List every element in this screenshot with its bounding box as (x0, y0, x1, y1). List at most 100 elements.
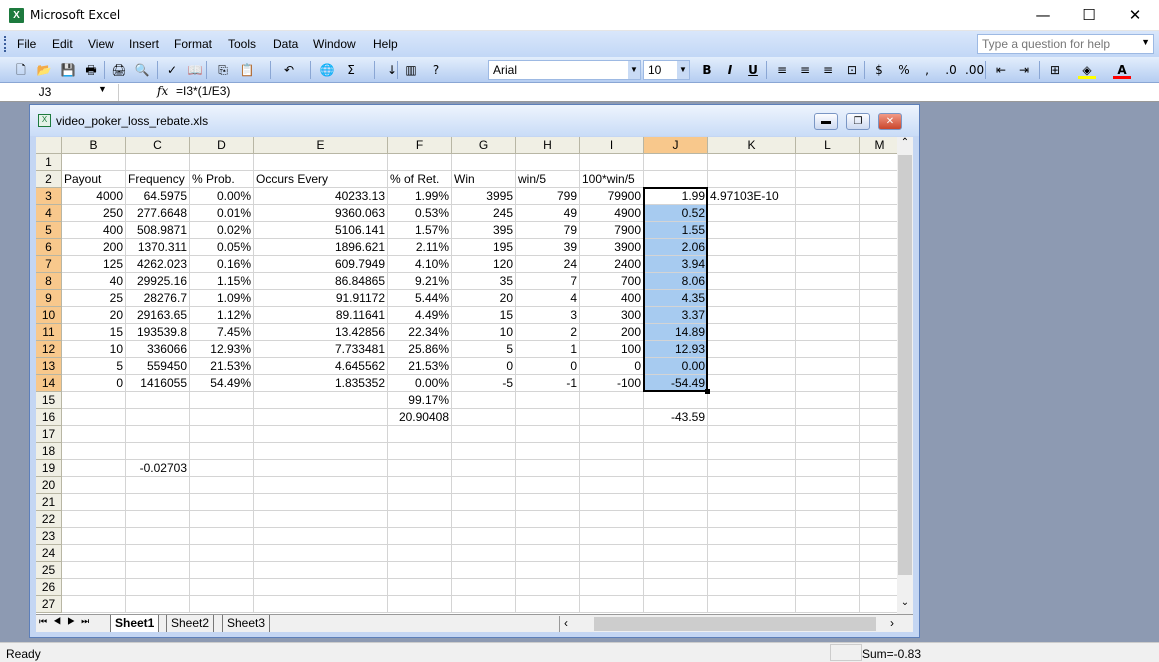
cell-E16[interactable] (254, 409, 388, 426)
font-size-select[interactable]: 10 ▼ (643, 60, 690, 80)
fill-color-icon[interactable]: ◈ (1078, 61, 1096, 79)
cell-B8[interactable]: 40 (62, 273, 126, 290)
cell-K8[interactable] (708, 273, 796, 290)
row-header-2[interactable]: 2 (36, 171, 62, 188)
row-header-20[interactable]: 20 (36, 477, 62, 494)
cell-G18[interactable] (452, 443, 516, 460)
cell-L1[interactable] (796, 154, 860, 171)
row-header-19[interactable]: 19 (36, 460, 62, 477)
cell-I14[interactable]: -100 (580, 375, 644, 392)
column-header-I[interactable]: I (580, 137, 644, 154)
cell-C22[interactable] (126, 511, 190, 528)
cell-I6[interactable]: 3900 (580, 239, 644, 256)
row-header-1[interactable]: 1 (36, 154, 62, 171)
chevron-down-icon[interactable]: ▼ (628, 61, 640, 79)
cell-F18[interactable] (388, 443, 452, 460)
cell-C9[interactable]: 28276.7 (126, 290, 190, 307)
align-center-icon[interactable]: ≡ (796, 61, 814, 79)
cell-G17[interactable] (452, 426, 516, 443)
cell-D23[interactable] (190, 528, 254, 545)
cell-D4[interactable]: 0.01% (190, 205, 254, 222)
scroll-up-icon[interactable]: ⌃ (897, 137, 913, 153)
cell-H7[interactable]: 24 (516, 256, 580, 273)
row-header-10[interactable]: 10 (36, 307, 62, 324)
cell-M3[interactable] (860, 188, 900, 205)
cell-C20[interactable] (126, 477, 190, 494)
cell-F11[interactable]: 22.34% (388, 324, 452, 341)
row-header-7[interactable]: 7 (36, 256, 62, 273)
cell-F25[interactable] (388, 562, 452, 579)
cell-C27[interactable] (126, 596, 190, 613)
font-color-icon[interactable]: A (1113, 61, 1131, 79)
cell-E25[interactable] (254, 562, 388, 579)
decrease-decimal-icon[interactable]: .00 (965, 61, 984, 79)
cell-H24[interactable] (516, 545, 580, 562)
cell-I22[interactable] (580, 511, 644, 528)
cell-K25[interactable] (708, 562, 796, 579)
align-right-icon[interactable]: ≡ (819, 61, 837, 79)
cell-F20[interactable] (388, 477, 452, 494)
cell-I24[interactable] (580, 545, 644, 562)
cell-F14[interactable]: 0.00% (388, 375, 452, 392)
cell-M8[interactable] (860, 273, 900, 290)
cell-F9[interactable]: 5.44% (388, 290, 452, 307)
cell-E18[interactable] (254, 443, 388, 460)
cell-F19[interactable] (388, 460, 452, 477)
cell-J18[interactable] (644, 443, 708, 460)
cell-B6[interactable]: 200 (62, 239, 126, 256)
cell-G13[interactable]: 0 (452, 358, 516, 375)
menu-file[interactable]: File (17, 37, 36, 51)
cell-D7[interactable]: 0.16% (190, 256, 254, 273)
cell-L21[interactable] (796, 494, 860, 511)
cell-M21[interactable] (860, 494, 900, 511)
increase-indent-icon[interactable]: ⇥ (1015, 61, 1033, 79)
comma-icon[interactable]: , (918, 61, 936, 79)
cell-E13[interactable]: 4.645562 (254, 358, 388, 375)
cell-M1[interactable] (860, 154, 900, 171)
cell-B20[interactable] (62, 477, 126, 494)
cell-M7[interactable] (860, 256, 900, 273)
cell-G12[interactable]: 5 (452, 341, 516, 358)
cell-C14[interactable]: 1416055 (126, 375, 190, 392)
formula-input[interactable]: =I3*(1/E3) (176, 84, 1156, 98)
cell-C5[interactable]: 508.9871 (126, 222, 190, 239)
menu-help[interactable]: Help (373, 37, 398, 51)
cell-E21[interactable] (254, 494, 388, 511)
cell-E20[interactable] (254, 477, 388, 494)
spelling-icon[interactable]: ✓ (163, 61, 181, 79)
cell-E9[interactable]: 91.91172 (254, 290, 388, 307)
cell-L6[interactable] (796, 239, 860, 256)
paste-icon[interactable]: 📋 (238, 61, 256, 79)
cell-L16[interactable] (796, 409, 860, 426)
cell-E15[interactable] (254, 392, 388, 409)
currency-icon[interactable]: $ (870, 61, 888, 79)
cell-H16[interactable] (516, 409, 580, 426)
cell-G1[interactable] (452, 154, 516, 171)
menu-view[interactable]: View (88, 37, 114, 51)
cell-J25[interactable] (644, 562, 708, 579)
cell-I5[interactable]: 7900 (580, 222, 644, 239)
cell-B2[interactable]: Payout (62, 171, 126, 188)
cell-I15[interactable] (580, 392, 644, 409)
cell-G22[interactable] (452, 511, 516, 528)
cell-L27[interactable] (796, 596, 860, 613)
cell-L17[interactable] (796, 426, 860, 443)
cell-C23[interactable] (126, 528, 190, 545)
font-name-select[interactable]: Arial ▼ (488, 60, 641, 80)
cell-J1[interactable] (644, 154, 708, 171)
column-header-C[interactable]: C (126, 137, 190, 154)
cell-G24[interactable] (452, 545, 516, 562)
cell-F5[interactable]: 1.57% (388, 222, 452, 239)
cell-D10[interactable]: 1.12% (190, 307, 254, 324)
cell-B26[interactable] (62, 579, 126, 596)
menu-data[interactable]: Data (273, 37, 298, 51)
cell-G27[interactable] (452, 596, 516, 613)
cell-I12[interactable]: 100 (580, 341, 644, 358)
cell-M6[interactable] (860, 239, 900, 256)
cell-C2[interactable]: Frequency (126, 171, 190, 188)
cell-H21[interactable] (516, 494, 580, 511)
increase-decimal-icon[interactable]: .0 (942, 61, 960, 79)
horizontal-scroll-thumb[interactable] (594, 617, 876, 631)
cell-F27[interactable] (388, 596, 452, 613)
cell-C3[interactable]: 64.5975 (126, 188, 190, 205)
